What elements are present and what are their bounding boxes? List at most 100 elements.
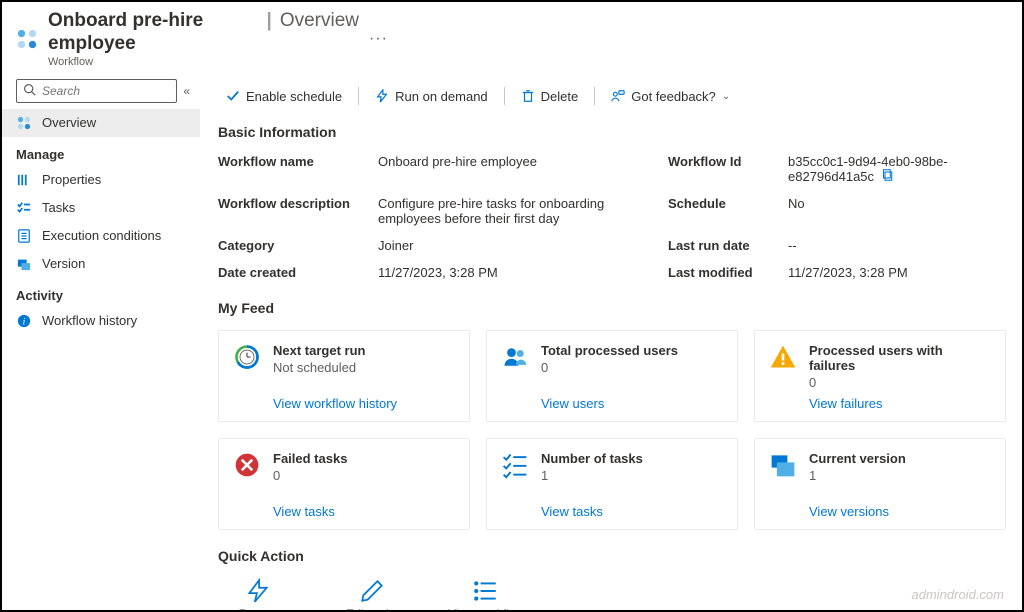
watermark: admindroid.com <box>912 587 1005 602</box>
my-feed-heading: My Feed <box>218 300 1006 316</box>
clock-icon <box>233 343 261 371</box>
card-value: 0 <box>809 375 991 390</box>
view-failures-link[interactable]: View failures <box>769 396 991 411</box>
workflow-id-label: Workflow Id <box>668 154 778 184</box>
basic-info-grid: Workflow name Onboard pre-hire employee … <box>218 154 1006 280</box>
quick-action-edit-tasks[interactable]: Edit tasks <box>332 578 412 610</box>
workflow-desc-value: Configure pre-hire tasks for onboarding … <box>378 196 658 226</box>
tasks-icon <box>16 200 32 216</box>
trash-icon <box>521 89 535 103</box>
schedule-value: No <box>788 196 1018 226</box>
sidebar-item-label: Properties <box>42 172 101 187</box>
last-modified-value: 11/27/2023, 3:28 PM <box>788 265 1018 280</box>
schedule-label: Schedule <box>668 196 778 226</box>
card-title: Total processed users <box>541 343 678 358</box>
feed-cards: Next target run Not scheduled View workf… <box>218 330 1006 530</box>
collapse-sidebar-button[interactable]: « <box>183 84 190 98</box>
card-processed-users-failures: Processed users with failures 0 View fai… <box>754 330 1006 422</box>
view-tasks-link[interactable]: View tasks <box>501 504 723 519</box>
overview-icon <box>16 115 32 131</box>
workflow-id-value: b35cc0c1-9d94-4eb0-98be-e82796d41a5c <box>788 154 1018 184</box>
sidebar-item-workflow-history[interactable]: i Workflow history <box>2 307 200 335</box>
workflow-name-value: Onboard pre-hire employee <box>378 154 658 184</box>
workflow-desc-label: Workflow description <box>218 196 368 226</box>
card-value: 1 <box>541 468 643 483</box>
svg-text:i: i <box>23 316 26 327</box>
sidebar-item-properties[interactable]: Properties <box>2 166 200 194</box>
search-input-wrapper[interactable] <box>16 79 177 103</box>
main-content: Enable schedule Run on demand Delete Got… <box>202 79 1022 610</box>
quick-action-run-on-demand[interactable]: Run on demand <box>218 578 298 610</box>
card-value: 0 <box>273 468 347 483</box>
date-created-label: Date created <box>218 265 368 280</box>
list-icon <box>473 578 499 604</box>
warning-icon <box>769 343 797 371</box>
view-workflow-history-link[interactable]: View workflow history <box>233 396 455 411</box>
view-users-link[interactable]: View users <box>501 396 723 411</box>
run-on-demand-button[interactable]: Run on demand <box>367 85 496 108</box>
category-label: Category <box>218 238 368 253</box>
last-run-value: -- <box>788 238 1018 253</box>
search-input[interactable] <box>42 84 170 98</box>
page-title: Onboard pre-hire employee <box>48 10 259 56</box>
view-versions-link[interactable]: View versions <box>769 504 991 519</box>
sidebar-item-tasks[interactable]: Tasks <box>2 194 200 222</box>
sidebar: « Overview Manage Properties Tasks <box>2 79 202 610</box>
enable-schedule-button[interactable]: Enable schedule <box>218 85 350 108</box>
card-failed-tasks: Failed tasks 0 View tasks <box>218 438 470 530</box>
separator <box>358 87 359 105</box>
sidebar-item-label: Execution conditions <box>42 228 161 243</box>
search-icon <box>23 83 36 99</box>
sidebar-item-overview[interactable]: Overview <box>2 109 200 137</box>
page-section: Overview <box>280 10 359 33</box>
separator <box>504 87 505 105</box>
card-title: Number of tasks <box>541 451 643 466</box>
workflow-name-label: Workflow name <box>218 154 368 184</box>
person-feedback-icon <box>611 89 625 103</box>
check-icon <box>226 89 240 103</box>
sidebar-item-label: Tasks <box>42 200 75 215</box>
card-title: Next target run <box>273 343 365 358</box>
version-icon <box>16 256 32 272</box>
page-subtitle: Workflow <box>48 56 359 69</box>
quick-action-label: View workflow history <box>446 608 526 610</box>
info-icon: i <box>16 313 32 329</box>
card-current-version: Current version 1 View versions <box>754 438 1006 530</box>
delete-button[interactable]: Delete <box>513 85 587 108</box>
view-tasks-link[interactable]: View tasks <box>233 504 455 519</box>
card-title: Processed users with failures <box>809 343 991 373</box>
command-bar: Enable schedule Run on demand Delete Got… <box>218 79 1006 118</box>
last-run-label: Last run date <box>668 238 778 253</box>
title-divider: | <box>267 10 272 33</box>
date-created-value: 11/27/2023, 3:28 PM <box>378 265 658 280</box>
separator <box>594 87 595 105</box>
quick-action-row: Run on demand Edit tasks View workflow h… <box>218 578 1006 610</box>
card-title: Current version <box>809 451 906 466</box>
card-number-of-tasks: Number of tasks 1 View tasks <box>486 438 738 530</box>
sidebar-item-version[interactable]: Version <box>2 250 200 278</box>
sidebar-item-label: Overview <box>42 115 96 130</box>
quick-action-heading: Quick Action <box>218 548 1006 564</box>
execution-conditions-icon <box>16 228 32 244</box>
version-stack-icon <box>769 451 797 479</box>
workflow-logo-icon <box>16 28 38 50</box>
copy-icon[interactable] <box>882 169 894 184</box>
card-total-processed-users: Total processed users 0 View users <box>486 330 738 422</box>
card-title: Failed tasks <box>273 451 347 466</box>
users-icon <box>501 343 529 371</box>
card-next-target-run: Next target run Not scheduled View workf… <box>218 330 470 422</box>
quick-action-view-workflow-history[interactable]: View workflow history <box>446 578 526 610</box>
lightning-icon <box>245 578 271 604</box>
feedback-button[interactable]: Got feedback? ⌄ <box>603 85 738 108</box>
chevron-down-icon: ⌄ <box>722 91 730 102</box>
category-value: Joiner <box>378 238 658 253</box>
card-value: Not scheduled <box>273 360 365 375</box>
basic-info-heading: Basic Information <box>218 124 1006 140</box>
lightning-icon <box>375 89 389 103</box>
quick-action-label: Edit tasks <box>346 608 398 610</box>
more-button[interactable]: ··· <box>369 30 1008 48</box>
page-header: Onboard pre-hire employee | Overview Wor… <box>2 2 1022 79</box>
sidebar-item-execution-conditions[interactable]: Execution conditions <box>2 222 200 250</box>
sidebar-heading-manage: Manage <box>2 137 200 166</box>
card-value: 1 <box>809 468 906 483</box>
